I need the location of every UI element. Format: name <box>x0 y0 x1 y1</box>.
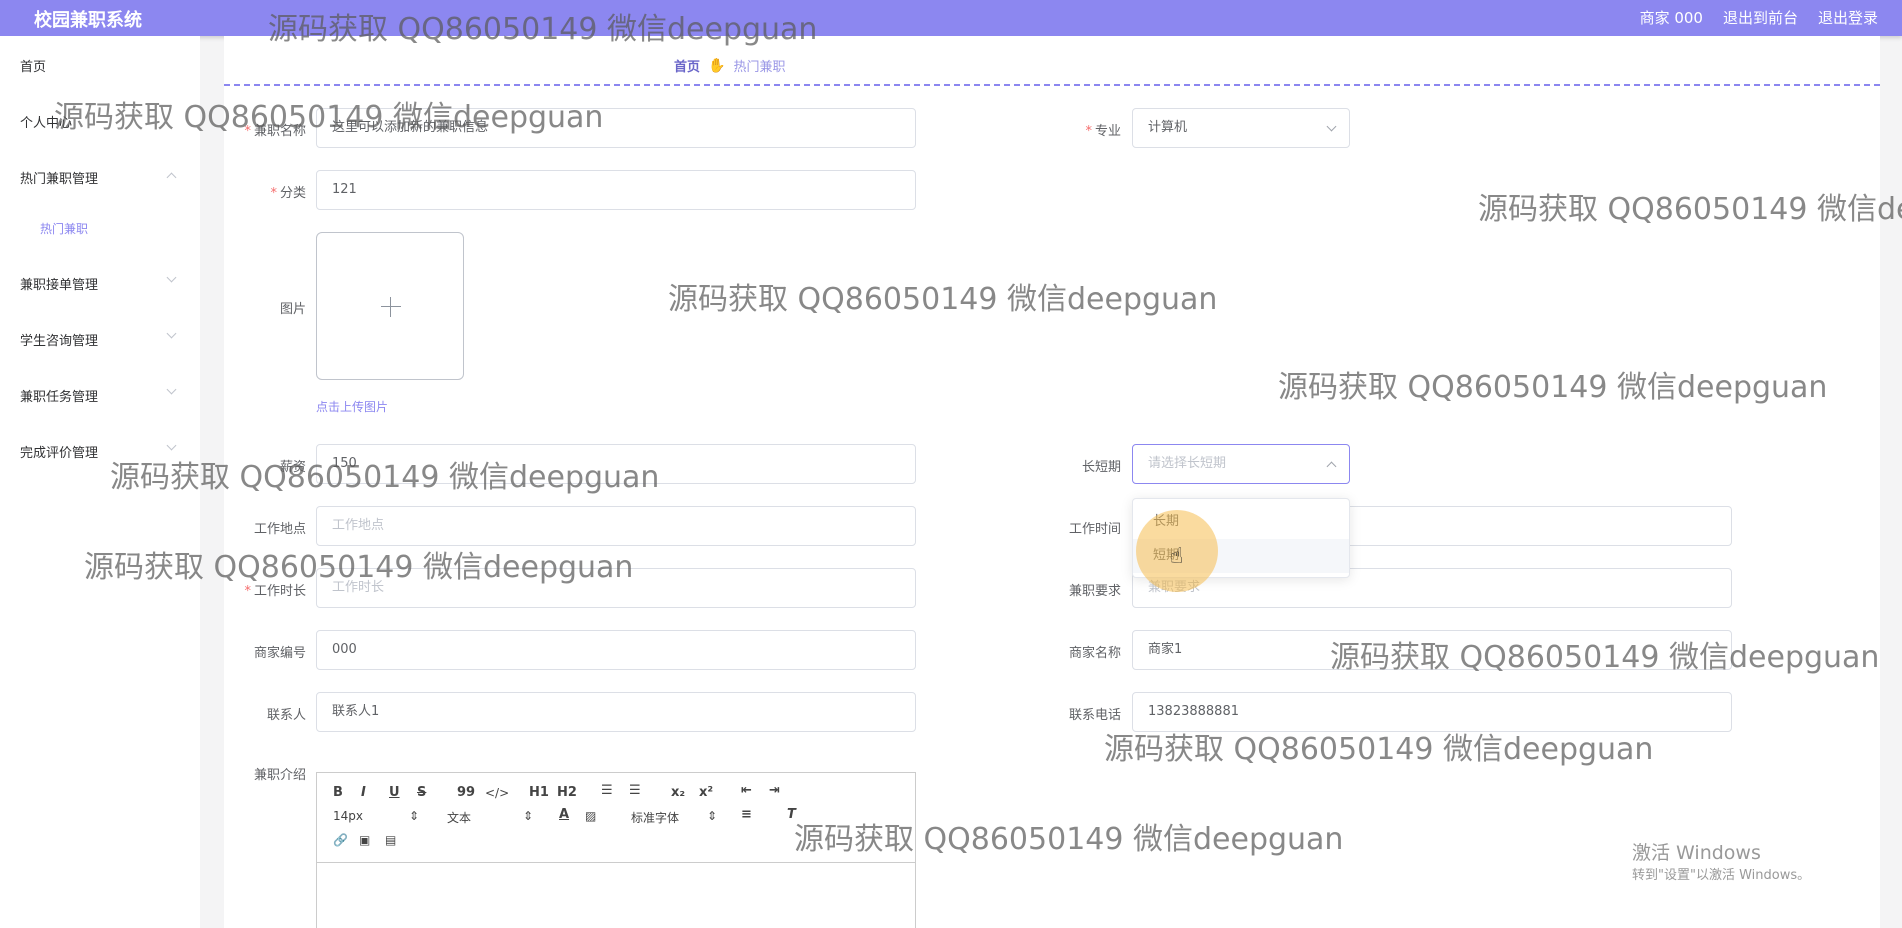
intro-label: 兼职介绍 <box>253 768 306 783</box>
major-select[interactable]: 计算机 <box>1132 108 1350 148</box>
location-label: 工作地点 <box>253 522 306 537</box>
requirement-label: 兼职要求 <box>1068 584 1121 599</box>
select-arrows-icon: ⇕ <box>523 809 534 823</box>
bold-button[interactable]: B <box>333 785 343 800</box>
sidebar-item-review-mgmt[interactable]: 完成评价管理 <box>20 442 98 461</box>
breadcrumb-current: 热门兼职 <box>733 60 786 75</box>
subscript-button[interactable]: x₂ <box>671 785 685 800</box>
background-color-icon[interactable]: ▨ <box>585 809 596 823</box>
image-label: 图片 <box>279 302 306 317</box>
sidebar: 首页 个人中心 热门兼职管理 热门兼职 兼职接单管理 学生咨询管理 兼职任务管理… <box>0 36 200 928</box>
work-time-label: 工作时间 <box>1068 522 1121 537</box>
name-label: * 兼职名称 <box>244 124 306 139</box>
hand-cursor-icon: ☝ <box>1170 544 1184 569</box>
chevron-up-icon <box>1326 461 1337 472</box>
plus-icon <box>381 306 401 307</box>
major-label: * 专业 <box>1085 124 1121 139</box>
term-label: 长短期 <box>1081 460 1121 475</box>
quote-button[interactable]: 99 <box>457 785 475 800</box>
upload-hint[interactable]: 点击上传图片 <box>316 398 388 415</box>
chevron-down-icon <box>166 384 177 395</box>
back-to-front-link[interactable]: 退出到前台 <box>1723 7 1798 28</box>
merchant-no-label: 商家编号 <box>253 646 306 661</box>
strike-button[interactable]: S <box>417 785 426 800</box>
category-input[interactable]: 121 <box>316 170 916 210</box>
brand-title: 校园兼职系统 <box>34 10 142 31</box>
phone-label: 联系电话 <box>1068 708 1121 723</box>
chevron-down-icon <box>1326 121 1337 132</box>
select-arrows-icon: ⇕ <box>707 809 718 823</box>
hand-icon: ✋ <box>708 57 726 74</box>
windows-activation-title: 激活 Windows <box>1632 842 1761 864</box>
main-content: 首页 ✋ 热门兼职 * 兼职名称 这里可以添加新的兼职信息 * 专业 计算机 * 分类… <box>224 36 1880 928</box>
sidebar-item-hot-jobs-mgmt[interactable]: 热门兼职管理 <box>20 168 98 187</box>
sidebar-item-profile[interactable]: 个人中心 <box>20 112 72 131</box>
contact-input[interactable]: 联系人1 <box>316 692 916 732</box>
breadcrumb: 首页 ✋ 热门兼职 <box>674 56 786 76</box>
underline-button[interactable]: U <box>389 785 400 800</box>
sidebar-item-hot-jobs[interactable]: 热门兼职 <box>40 220 88 237</box>
salary-input[interactable]: 150 <box>316 444 916 484</box>
header-select[interactable]: 文本 <box>447 809 471 826</box>
font-size-select[interactable]: 14px <box>333 809 363 823</box>
ordered-list-icon[interactable]: ☰ <box>601 783 613 798</box>
h1-button[interactable]: H1 <box>529 785 549 800</box>
h2-button[interactable]: H2 <box>557 785 577 800</box>
merchant-no-input[interactable]: 000 <box>316 630 916 670</box>
editor-toolbar: B I U S 99 </> H1 H2 ☰ ☰ x₂ x² ⇤ ⇥ 14px … <box>317 773 915 863</box>
sidebar-item-task-mgmt[interactable]: 兼职任务管理 <box>20 386 98 405</box>
sidebar-item-orders-mgmt[interactable]: 兼职接单管理 <box>20 274 98 293</box>
select-arrows-icon: ⇕ <box>409 809 420 823</box>
user-label[interactable]: 商家 000 <box>1640 7 1703 28</box>
sidebar-item-home[interactable]: 首页 <box>20 56 46 75</box>
contact-label: 联系人 <box>266 708 306 723</box>
rich-text-editor[interactable]: B I U S 99 </> H1 H2 ☰ ☰ x₂ x² ⇤ ⇥ 14px … <box>316 772 916 928</box>
sidebar-item-consult-mgmt[interactable]: 学生咨询管理 <box>20 330 98 349</box>
image-uploader[interactable] <box>316 232 464 380</box>
chevron-down-icon <box>166 272 177 283</box>
term-select[interactable]: 请选择长短期 <box>1132 444 1350 484</box>
bullet-list-icon[interactable]: ☰ <box>629 783 641 798</box>
superscript-button[interactable]: x² <box>699 785 713 800</box>
chevron-up-icon <box>166 172 177 183</box>
code-button[interactable]: </> <box>485 786 509 800</box>
chevron-down-icon <box>166 440 177 451</box>
align-icon[interactable]: ≡ <box>741 807 752 822</box>
phone-input[interactable]: 13823888881 <box>1132 692 1732 732</box>
merchant-name-label: 商家名称 <box>1068 646 1121 661</box>
salary-label: 薪资 <box>279 460 306 475</box>
duration-input[interactable]: 工作时长 <box>316 568 916 608</box>
italic-button[interactable]: I <box>361 785 366 800</box>
link-icon[interactable]: 🔗 <box>333 833 348 847</box>
windows-activation-subtitle: 转到"设置"以激活 Windows。 <box>1632 868 1811 883</box>
duration-label: * 工作时长 <box>244 584 306 599</box>
breadcrumb-home[interactable]: 首页 <box>674 56 700 75</box>
video-icon[interactable]: ▤ <box>385 833 396 847</box>
location-input[interactable]: 工作地点 <box>316 506 916 546</box>
outdent-icon[interactable]: ⇤ <box>741 783 752 798</box>
chevron-down-icon <box>166 328 177 339</box>
category-label: * 分类 <box>270 186 306 201</box>
image-icon[interactable]: ▣ <box>359 833 370 847</box>
font-color-icon[interactable]: A <box>559 807 569 822</box>
divider <box>224 84 1880 86</box>
header-links: 商家 000 退出到前台 退出登录 <box>1640 7 1878 28</box>
clear-format-icon[interactable]: T <box>787 807 796 822</box>
merchant-name-input[interactable]: 商家1 <box>1132 630 1732 670</box>
indent-icon[interactable]: ⇥ <box>769 783 780 798</box>
name-input[interactable]: 这里可以添加新的兼职信息 <box>316 108 916 148</box>
logout-link[interactable]: 退出登录 <box>1818 7 1878 28</box>
top-bar: 校园兼职系统 商家 000 退出到前台 退出登录 <box>0 0 1902 36</box>
font-family-select[interactable]: 标准字体 <box>631 809 679 826</box>
